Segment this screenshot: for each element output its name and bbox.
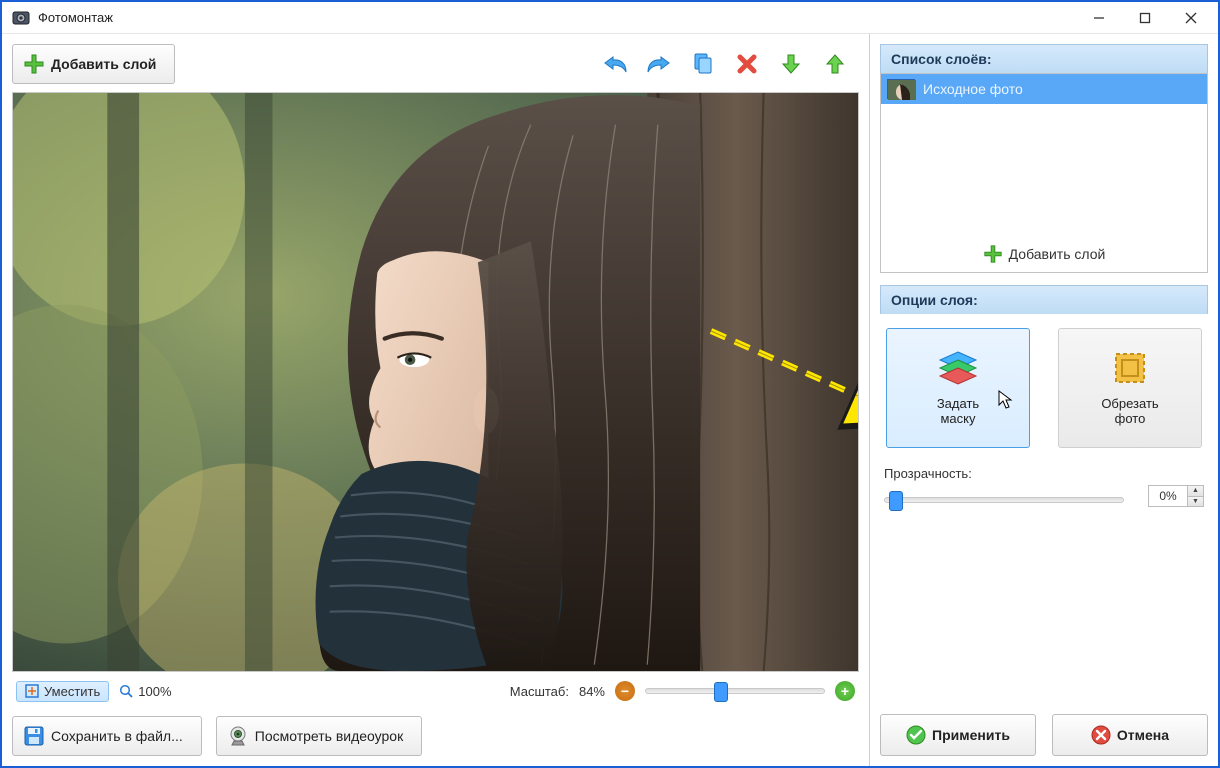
left-panel: Добавить слой [2,34,870,766]
scale-label: Масштаб: [510,684,569,699]
minimize-button[interactable] [1076,2,1122,34]
save-to-file-button[interactable]: Сохранить в файл... [12,716,202,756]
crop-label: Обрезать фото [1101,396,1158,426]
scale-value: 84% [579,684,605,699]
window-title: Фотомонтаж [38,10,113,25]
close-button[interactable] [1168,2,1214,34]
right-bottom-buttons: Применить Отмена [880,714,1208,756]
zoom-bar: Уместить 100% Масштаб: 84% − + [12,676,859,706]
opacity-label: Прозрачность: [884,466,1204,481]
fit-button[interactable]: Уместить [16,681,109,702]
opacity-down[interactable]: ▼ [1187,496,1203,506]
apply-button[interactable]: Применить [880,714,1036,756]
cursor-icon [997,389,1013,409]
cancel-button[interactable]: Отмена [1052,714,1208,756]
undo-button[interactable] [599,46,631,82]
opacity-value: 0% [1149,486,1187,506]
watch-video-button[interactable]: Посмотреть видеоурок [216,716,422,756]
check-icon [906,725,926,745]
crop-icon [1110,350,1150,386]
layer-item[interactable]: Исходное фото [881,74,1207,104]
option-cards: Задать маску Обрезать фото [880,314,1208,460]
right-panel: Список слоёв: Исходное фото Добавить сло… [870,34,1218,766]
mask-layers-icon [938,350,978,386]
set-mask-button[interactable]: Задать маску [886,328,1030,448]
save-label: Сохранить в файл... [51,728,183,744]
webcam-icon [227,725,249,747]
source-photo [13,93,858,671]
options-header: Опции слоя: [880,285,1208,314]
apply-label: Применить [932,727,1010,743]
content: Добавить слой [2,34,1218,766]
maximize-button[interactable] [1122,2,1168,34]
redo-button[interactable] [643,46,675,82]
app-window: Фотомонтаж Добавить слой [0,0,1220,768]
magnifier-icon [119,684,133,698]
crop-photo-button[interactable]: Обрезать фото [1058,328,1202,448]
opacity-slider-thumb[interactable] [889,491,903,511]
canvas[interactable] [12,92,859,672]
cancel-icon [1091,725,1111,745]
add-layer-button[interactable]: Добавить слой [12,44,175,84]
zoom-slider[interactable] [645,688,825,694]
edit-toolbar [599,44,859,84]
layer-list: Исходное фото Добавить слой [880,73,1208,273]
zoom-100-label: 100% [138,684,171,699]
layer-thumbnail [887,79,915,99]
cancel-label: Отмена [1117,727,1169,743]
top-row: Добавить слой [12,44,859,84]
plus-icon [983,244,1003,264]
layers-add-label: Добавить слой [1009,246,1106,262]
zoom-slider-thumb[interactable] [714,682,728,702]
delete-button[interactable] [731,46,763,82]
move-up-button[interactable] [819,46,851,82]
move-down-button[interactable] [775,46,807,82]
zoom-out-button[interactable]: − [615,681,635,701]
add-layer-label: Добавить слой [51,56,156,72]
fit-label: Уместить [44,684,100,699]
video-label: Посмотреть видеоурок [255,728,403,744]
layers-header: Список слоёв: [880,44,1208,73]
plus-icon [23,53,45,75]
fit-icon [25,684,39,698]
floppy-icon [23,725,45,747]
zoom-100-button[interactable]: 100% [119,684,171,699]
zoom-in-button[interactable]: + [835,681,855,701]
opacity-up[interactable]: ▲ [1187,486,1203,496]
opacity-slider[interactable] [884,497,1124,503]
copy-button[interactable] [687,46,719,82]
opacity-row: Прозрачность: 0% ▲ ▼ [880,460,1208,507]
set-mask-label: Задать маску [937,396,979,426]
layers-add-button[interactable]: Добавить слой [881,236,1207,272]
app-icon [12,9,30,27]
layer-item-label: Исходное фото [923,81,1023,97]
left-bottom-buttons: Сохранить в файл... Посмотреть видеоурок [12,716,859,756]
opacity-spinbox[interactable]: 0% ▲ ▼ [1148,485,1204,507]
titlebar: Фотомонтаж [2,2,1218,34]
